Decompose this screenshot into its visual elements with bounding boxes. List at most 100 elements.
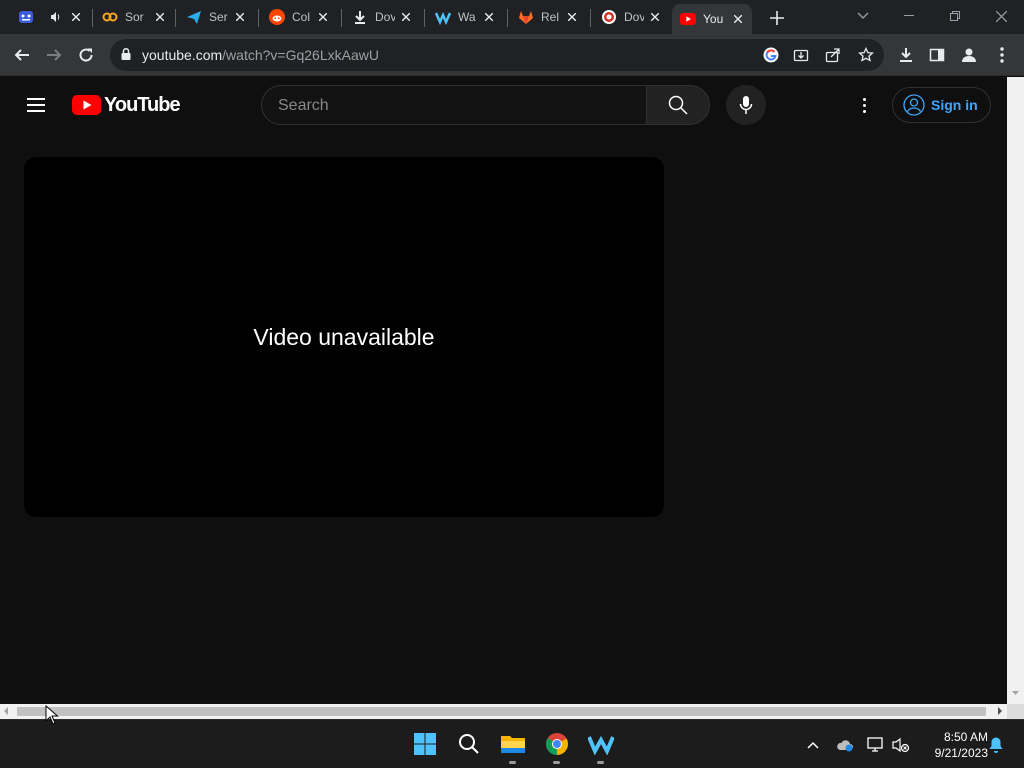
youtube-favicon-icon	[680, 11, 696, 27]
browser-tab-strip: Sor Ser Col Dov Wa Rel Dov You	[0, 0, 1024, 34]
microphone-icon	[739, 96, 753, 114]
clock-time: 8:50 AM	[943, 730, 988, 744]
wave-app-button[interactable]	[586, 729, 616, 764]
start-button[interactable]	[410, 729, 440, 759]
url-path: /watch?v=Gq26LxkAawU	[222, 47, 379, 63]
youtube-logo[interactable]: YouTube	[72, 93, 181, 116]
restore-button[interactable]	[932, 0, 978, 32]
tab-title: Dov	[624, 10, 644, 24]
video-player[interactable]: Video unavailable	[24, 157, 664, 517]
close-tab-icon[interactable]	[564, 9, 580, 25]
search-placeholder: Search	[278, 97, 329, 114]
reddit-favicon-icon	[269, 9, 285, 25]
sign-in-button[interactable]: Sign in	[892, 87, 991, 123]
share-icon[interactable]	[822, 44, 844, 66]
search-input[interactable]: Search	[261, 85, 647, 125]
tab-title: Dov	[375, 10, 395, 24]
bookmark-star-icon[interactable]	[855, 44, 877, 66]
onedrive-icon[interactable]	[835, 735, 855, 755]
vertical-scrollbar[interactable]	[1007, 77, 1024, 704]
speaker-icon[interactable]	[50, 11, 62, 23]
url-host: youtube.com	[142, 47, 223, 63]
youtube-page: YouTube Search Sign in Video unavailable	[0, 77, 1007, 704]
account-icon	[903, 94, 925, 116]
close-window-button[interactable]	[978, 0, 1024, 32]
tab-title: Rel	[541, 10, 560, 24]
game-favicon-icon	[18, 9, 34, 25]
tab-separator	[258, 9, 259, 27]
close-tab-icon[interactable]	[232, 9, 248, 25]
notification-bell-icon[interactable]	[986, 735, 1006, 755]
chrome-button[interactable]	[542, 729, 572, 764]
close-tab-icon[interactable]	[398, 9, 414, 25]
scrollbar-thumb[interactable]	[17, 707, 986, 716]
file-explorer-button[interactable]	[498, 729, 528, 764]
volume-muted-icon[interactable]	[891, 735, 911, 755]
youtube-play-icon	[72, 95, 101, 115]
tab-title: Sor	[125, 10, 144, 24]
browser-toolbar: youtube.com/watch?v=Gq26LxkAawU	[0, 34, 1024, 76]
install-app-icon[interactable]	[790, 44, 812, 66]
tab-search-button[interactable]	[840, 0, 886, 32]
voice-search-button[interactable]	[726, 85, 766, 125]
wave-favicon-icon	[435, 9, 451, 25]
browser-tab[interactable]: Wa	[435, 4, 497, 30]
tab-separator	[590, 9, 591, 27]
browser-menu-icon[interactable]	[988, 41, 1016, 69]
new-tab-button[interactable]	[766, 7, 788, 29]
close-tab-icon[interactable]	[647, 9, 663, 25]
close-tab-icon[interactable]	[315, 9, 331, 25]
running-indicator	[509, 761, 516, 764]
gitlab-favicon-icon	[518, 9, 534, 25]
download-favicon-icon	[352, 9, 368, 25]
close-tab-icon[interactable]	[152, 9, 168, 25]
search-icon	[459, 734, 479, 754]
reload-button[interactable]	[72, 41, 100, 69]
tab-separator	[507, 9, 508, 27]
tab-title: Ser	[209, 10, 228, 24]
horizontal-scrollbar[interactable]	[0, 704, 1007, 719]
downloads-icon[interactable]	[892, 41, 920, 69]
address-bar[interactable]: youtube.com/watch?v=Gq26LxkAawU	[110, 39, 884, 71]
show-hidden-icons-chevron[interactable]	[803, 735, 823, 755]
browser-tab[interactable]	[18, 4, 84, 30]
browser-tab[interactable]: Dov	[601, 4, 663, 30]
close-tab-icon[interactable]	[481, 9, 497, 25]
tab-title: You	[703, 12, 723, 26]
back-button[interactable]	[8, 41, 36, 69]
google-lens-icon[interactable]	[760, 44, 782, 66]
scroll-left-arrow[interactable]	[4, 707, 8, 715]
chrome-icon	[546, 733, 568, 755]
tab-title: Col	[292, 10, 311, 24]
system-clock[interactable]: 8:50 AM 9/21/2023	[918, 729, 988, 761]
youtube-wordmark: YouTube	[104, 93, 181, 116]
forward-button[interactable]	[40, 41, 68, 69]
profile-icon[interactable]	[955, 41, 983, 69]
minimize-button[interactable]	[886, 0, 932, 32]
side-panel-icon[interactable]	[923, 41, 951, 69]
video-unavailable-message: Video unavailable	[253, 323, 435, 350]
network-icon[interactable]	[866, 735, 886, 755]
url-text: youtube.com/watch?v=Gq26LxkAawU	[142, 47, 379, 63]
infinity-favicon-icon	[102, 9, 118, 25]
search-button[interactable]	[646, 85, 710, 125]
settings-menu-icon[interactable]	[852, 93, 876, 117]
browser-tab[interactable]: Col	[269, 4, 331, 30]
scroll-right-arrow[interactable]	[998, 707, 1002, 715]
browser-tab[interactable]: Dov	[352, 4, 414, 30]
browser-tab[interactable]: Ser	[186, 4, 248, 30]
close-tab-icon[interactable]	[68, 9, 84, 25]
mouse-cursor-icon	[45, 705, 59, 725]
close-tab-icon[interactable]	[730, 11, 746, 27]
running-indicator	[597, 761, 604, 764]
lock-icon[interactable]	[120, 47, 132, 66]
tab-separator	[92, 9, 93, 27]
browser-tab-active[interactable]: You	[672, 4, 752, 34]
browser-tab[interactable]: Rel	[518, 4, 580, 30]
scrollbar-corner	[1007, 704, 1024, 719]
circle-favicon-icon	[601, 9, 617, 25]
browser-tab[interactable]: Sor	[102, 4, 168, 30]
guide-menu-icon[interactable]	[22, 91, 50, 119]
windows-taskbar: 8:50 AM 9/21/2023	[0, 719, 1024, 768]
taskbar-search-button[interactable]	[454, 729, 484, 759]
